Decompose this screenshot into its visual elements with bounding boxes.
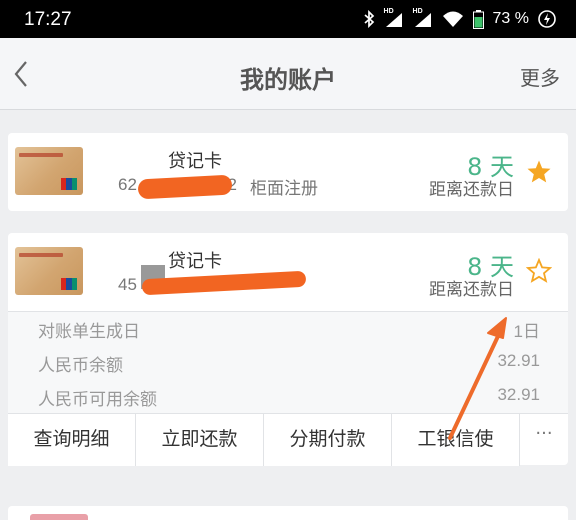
unionpay-icon [61,278,77,290]
charging-icon [538,10,556,28]
more-actions-button[interactable]: ··· [520,414,568,466]
detail-row: 对账单生成日 1日 [8,312,568,346]
card-name: 贷记卡 [168,151,222,172]
account-card[interactable]: 贷记卡 62 72 柜面注册 8 天 距离还款日 [8,133,568,211]
battery-icon [472,9,484,29]
redacted-area [120,141,170,179]
detail-label: 人民币余额 [38,356,123,376]
due-label: 距离还款日 [429,280,514,300]
page-title: 我的账户 [240,66,336,94]
bluetooth-icon [363,10,374,28]
account-card-partial[interactable] [8,506,568,520]
bank-logo-mark [19,153,63,157]
detail-value: 1日 [513,322,540,341]
card-number-prefix: 62 [118,175,137,194]
card-thumbnail [15,147,83,195]
card-thumbnail [15,247,83,295]
battery-percent: 73 % [492,10,529,27]
due-label: 距离还款日 [429,180,514,200]
more-button[interactable]: 更多 [520,62,560,91]
star-filled-icon[interactable] [526,159,552,185]
card-number-prefix: 45 [118,275,137,294]
detail-value: 32.91 [497,385,540,404]
star-outline-icon[interactable] [526,258,552,284]
register-status: 柜面注册 [250,179,318,199]
card-action-bar: 查询明细 立即还款 分期付款 工银信使 ··· [8,413,568,466]
status-icons: HD HD 73 % [363,8,556,29]
query-details-button[interactable]: 查询明细 [8,414,136,466]
icbc-messenger-button[interactable]: 工银信使 [392,414,520,466]
detail-row: 人民币余额 32.91 [8,346,568,380]
unionpay-icon [61,178,77,190]
detail-row: 人民币可用余额 32.91 [8,380,568,414]
status-bar: 17:27 HD HD 73 % [0,0,576,38]
signal-icon-2: HD [413,8,433,28]
signal-icon: HD [384,8,404,28]
bank-logo-mark [19,253,63,257]
nav-bar: 我的账户 更多 [0,38,576,110]
detail-label: 人民币可用余额 [38,390,157,410]
card-thumbnail [30,514,88,520]
wifi-icon [442,11,463,27]
repay-now-button[interactable]: 立即还款 [136,414,264,466]
installment-button[interactable]: 分期付款 [264,414,392,466]
card-name: 贷记卡 [168,251,222,272]
status-time: 17:27 [24,9,72,30]
redaction-mark [137,174,233,200]
detail-value: 32.91 [497,351,540,370]
detail-label: 对账单生成日 [38,322,140,342]
account-card-expanded[interactable]: 贷记卡 45 8 天 距离还款日 对账单生成日 1日 人民币余额 32.91 人… [8,233,568,466]
